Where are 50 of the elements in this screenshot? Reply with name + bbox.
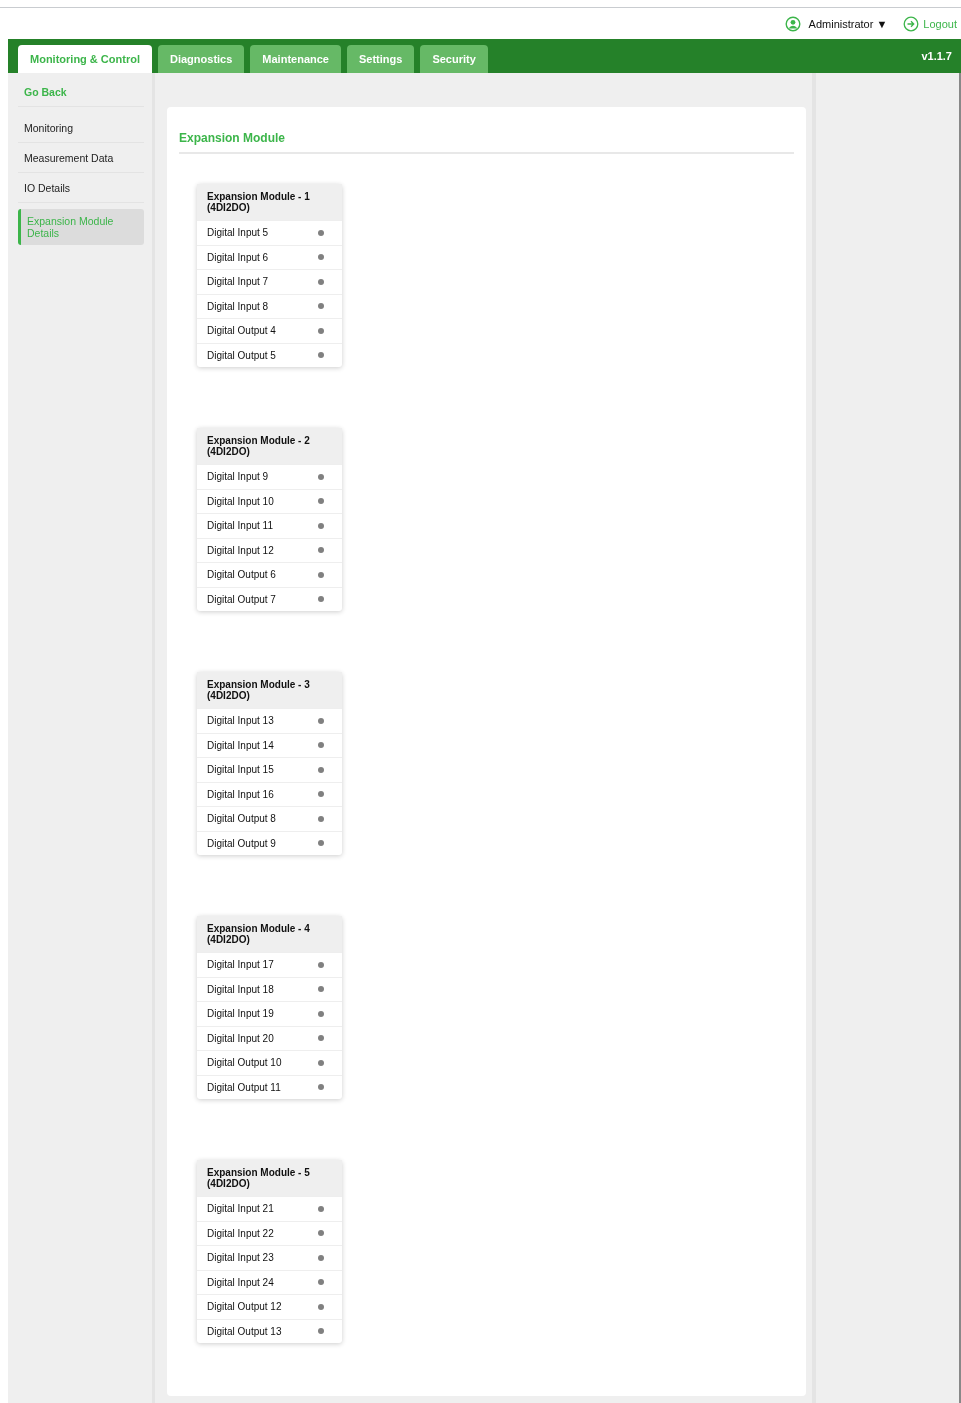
go-back-link[interactable]: Go Back	[18, 77, 144, 107]
signal-name: Digital Input 11	[207, 520, 273, 532]
page-title: Expansion Module	[179, 131, 794, 154]
signal-name: Digital Input 23	[207, 1252, 274, 1264]
nav-tab[interactable]: Diagnostics	[158, 45, 245, 73]
user-menu[interactable]: Administrator ▼	[784, 15, 888, 32]
version-label: v1.1.7	[921, 50, 953, 62]
nav-tab[interactable]: Maintenance	[250, 45, 341, 73]
signal-name: Digital Input 22	[207, 1227, 274, 1239]
signal-name: Digital Output 8	[207, 813, 276, 825]
nav-tab[interactable]: Security	[420, 45, 488, 73]
signal-name: Digital Input 24	[207, 1276, 274, 1288]
sidebar-item[interactable]: IO Details	[18, 173, 144, 203]
signal-name: Digital Output 7	[207, 593, 276, 605]
sidebar-item[interactable]: Monitoring	[18, 113, 144, 143]
signal-name: Digital Input 12	[207, 544, 274, 556]
signal-name: Digital Input 15	[207, 764, 274, 776]
signal-name: Digital Output 12	[207, 1301, 282, 1313]
signal-name: Digital Output 5	[207, 349, 276, 361]
nav-tab[interactable]: Settings	[347, 45, 415, 73]
signal-name: Digital Input 19	[207, 1008, 274, 1020]
signal-name: Digital Input 18	[207, 983, 274, 995]
sidebar-item[interactable]: Expansion Module Details	[18, 209, 144, 245]
user-icon	[784, 15, 801, 32]
signal-name: Digital Input 9	[207, 471, 269, 483]
module-title: Expansion Module - 2 (4DI2DO)	[197, 428, 342, 464]
module-title: Expansion Module - 1 (4DI2DO)	[197, 184, 342, 220]
signal-name: Digital Output 9	[207, 837, 276, 849]
logout-link[interactable]: Logout	[903, 15, 957, 32]
signal-name: Digital Input 17	[207, 959, 274, 971]
module-title: Expansion Module - 4 (4DI2DO)	[197, 916, 342, 952]
signal-name: Digital Output 4	[207, 325, 276, 337]
sidebar-item[interactable]: Measurement Data	[18, 143, 144, 173]
signal-name: Digital Input 8	[207, 300, 269, 312]
signal-name: Digital Input 13	[207, 715, 274, 727]
signal-name: Digital Input 6	[207, 251, 269, 263]
signal-name: Digital Input 5	[207, 227, 269, 239]
signal-name: Digital Input 20	[207, 1032, 274, 1044]
signal-name: Digital Input 7	[207, 276, 269, 288]
signal-name: Digital Output 10	[207, 1057, 282, 1069]
signal-name: Digital Input 10	[207, 495, 274, 507]
signal-name: Digital Output 6	[207, 569, 276, 581]
signal-name: Digital Output 13	[207, 1325, 282, 1337]
signal-name: Digital Output 11	[207, 1081, 281, 1093]
module-title: Expansion Module - 3 (4DI2DO)	[197, 672, 342, 708]
module-title: Expansion Module - 5 (4DI2DO)	[197, 1160, 342, 1196]
signal-name: Digital Input 14	[207, 739, 274, 751]
signal-name: Digital Input 21	[207, 1203, 274, 1215]
nav-tab[interactable]: Monitoring & Control	[18, 45, 152, 73]
signal-name: Digital Input 16	[207, 788, 274, 800]
